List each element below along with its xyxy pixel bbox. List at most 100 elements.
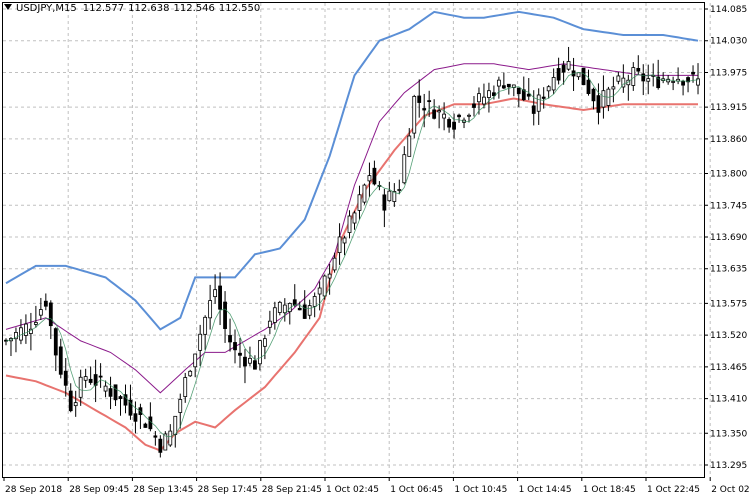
- candle: [616, 71, 621, 85]
- candle-body: [267, 320, 272, 328]
- candle-body: [153, 435, 158, 438]
- candle-body: [516, 87, 521, 95]
- candle: [337, 223, 342, 265]
- candle: [88, 366, 93, 385]
- candle: [696, 63, 700, 95]
- candle: [432, 99, 437, 120]
- candle-body: [357, 194, 362, 211]
- candle-body: [317, 287, 322, 295]
- candle: [372, 160, 377, 186]
- candle: [671, 76, 676, 91]
- price-axis-label: 113.745: [710, 201, 747, 211]
- candle: [686, 76, 690, 93]
- price-axis-label: 113.635: [710, 265, 747, 275]
- candle-body: [83, 376, 88, 381]
- candle: [601, 75, 606, 119]
- candle-body: [387, 190, 392, 202]
- candle: [412, 94, 417, 139]
- candle: [681, 79, 685, 96]
- candle-body: [691, 71, 695, 75]
- candle: [392, 183, 397, 207]
- candle-body: [611, 86, 616, 90]
- candle-body: [38, 309, 43, 316]
- time-axis-label: 28 Sep 17:45: [198, 485, 258, 495]
- candle: [586, 69, 591, 96]
- candle: [238, 337, 242, 368]
- candle: [103, 380, 108, 398]
- candle-body: [437, 110, 442, 113]
- candle: [287, 302, 292, 325]
- candle: [267, 310, 272, 335]
- candle-body: [551, 77, 556, 91]
- candle: [63, 358, 68, 397]
- candle-body: [566, 61, 571, 70]
- candle-body: [193, 353, 198, 368]
- candle: [68, 383, 73, 413]
- time-axis-label: 1 Oct 18:45: [583, 485, 636, 495]
- candle-body: [397, 189, 402, 191]
- candle: [193, 353, 198, 378]
- candle: [93, 359, 98, 403]
- price-axis-label: 113.915: [710, 103, 747, 113]
- candle-body: [482, 96, 486, 105]
- candle: [506, 83, 511, 95]
- candle-body: [282, 304, 287, 314]
- price-chart[interactable]: 114.085 114.030 113.975 113.915 113.860 113.8…: [0, 0, 750, 500]
- candle-body: [243, 356, 247, 367]
- candle-body: [372, 167, 377, 185]
- candle: [611, 76, 616, 103]
- candle-body: [332, 257, 337, 271]
- chart-window[interactable]: 114.085 114.030 113.975 113.915 113.860 113.8…: [0, 0, 750, 500]
- candle: [352, 210, 357, 230]
- candle: [641, 64, 646, 96]
- candle-body: [108, 388, 113, 397]
- candle-body: [73, 402, 78, 407]
- candle-body: [531, 105, 536, 114]
- candle-body: [248, 357, 252, 364]
- candle-body: [616, 75, 621, 82]
- candle-body: [198, 333, 203, 351]
- candle: [317, 281, 322, 311]
- candle-body: [218, 285, 222, 310]
- candle-body: [213, 289, 218, 298]
- candle: [571, 57, 576, 91]
- price-axis-label: 114.030: [710, 37, 747, 47]
- price-axis-label: 114.085: [710, 5, 747, 15]
- candle-body: [561, 64, 566, 73]
- candle: [626, 74, 631, 101]
- price-axis-label: 113.350: [710, 429, 747, 439]
- candle: [14, 327, 18, 353]
- candle-body: [546, 86, 551, 92]
- candle-body: [477, 93, 481, 103]
- candle: [208, 284, 213, 330]
- candle: [576, 72, 581, 80]
- candle-body: [168, 430, 173, 446]
- candle-body: [367, 175, 372, 182]
- candle: [501, 72, 506, 90]
- candle: [148, 402, 153, 432]
- candle-body: [427, 100, 432, 103]
- candle: [536, 88, 541, 125]
- candle: [292, 284, 297, 307]
- candle-body: [362, 184, 367, 203]
- candle-body: [586, 79, 591, 94]
- candle: [546, 85, 551, 99]
- candle-body: [158, 438, 163, 453]
- candle: [118, 395, 123, 416]
- price-axis-label: 113.800: [710, 170, 747, 180]
- candle: [228, 318, 232, 352]
- candle: [73, 390, 78, 417]
- candle-body: [253, 360, 257, 370]
- collapse-triangle-icon[interactable]: [4, 4, 12, 10]
- time-axis-label: 1 Oct 02:45: [326, 485, 379, 495]
- candle: [387, 181, 392, 202]
- candle-body: [556, 68, 561, 81]
- candle-body: [178, 399, 183, 413]
- price-axis[interactable]: 114.085 114.030 113.975 113.915 113.860 113.8…: [704, 5, 747, 471]
- candle: [551, 68, 556, 95]
- candle-body: [118, 396, 123, 399]
- time-axis[interactable]: 28 Sep 2018 28 Sep 09:45 28 Sep 13:45 28 Se…: [3, 477, 750, 495]
- price-axis-label: 113.520: [710, 331, 747, 341]
- candle-body: [143, 423, 148, 428]
- candle: [272, 301, 277, 330]
